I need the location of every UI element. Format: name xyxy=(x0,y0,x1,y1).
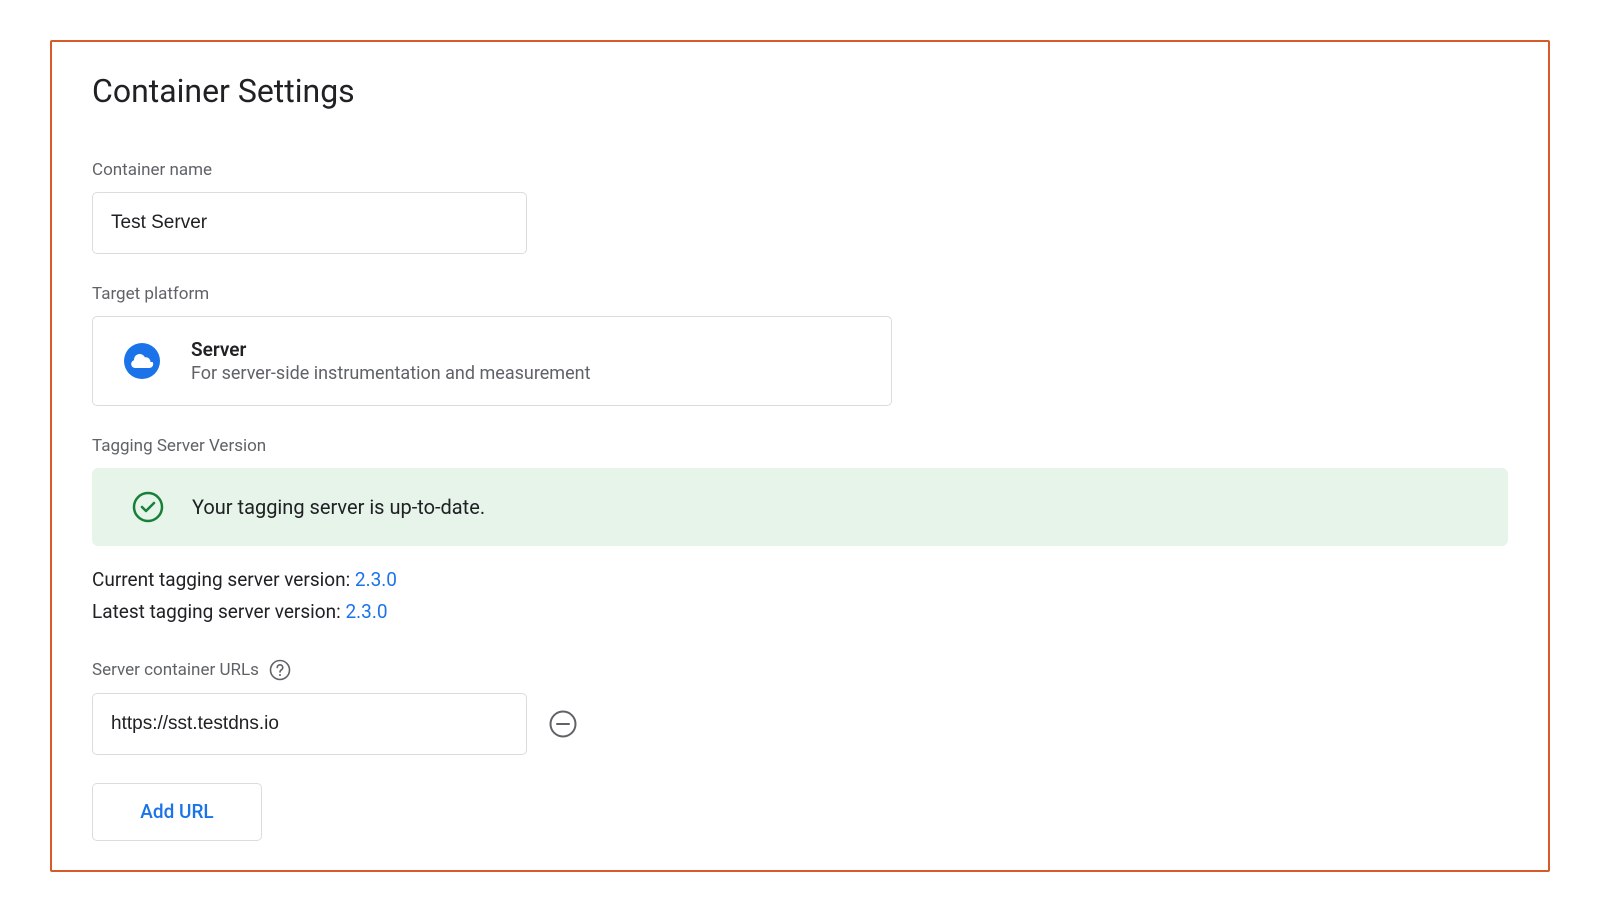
status-message: Your tagging server is up-to-date. xyxy=(192,495,485,519)
tagging-version-label: Tagging Server Version xyxy=(92,436,1508,456)
add-url-button[interactable]: Add URL xyxy=(92,783,262,841)
latest-version-line: Latest tagging server version: 2.3.0 xyxy=(92,596,1508,628)
container-name-input[interactable] xyxy=(92,192,527,254)
current-version-label: Current tagging server version: xyxy=(92,568,355,591)
check-circle-icon xyxy=(132,491,164,523)
url-row xyxy=(92,693,1508,755)
tagging-version-section: Tagging Server Version Your tagging serv… xyxy=(92,436,1508,629)
page-title: Container Settings xyxy=(92,72,1508,110)
current-version-line: Current tagging server version: 2.3.0 xyxy=(92,564,1508,596)
cloud-icon xyxy=(121,340,163,382)
help-icon[interactable] xyxy=(269,659,291,681)
container-name-label: Container name xyxy=(92,160,1508,180)
server-urls-section: Server container URLs Add URL xyxy=(92,659,1508,841)
target-platform-section: Target platform Server For server-side i… xyxy=(92,284,1508,406)
platform-card-server[interactable]: Server For server-side instrumentation a… xyxy=(92,316,892,406)
remove-url-icon[interactable] xyxy=(547,708,579,740)
platform-description: For server-side instrumentation and meas… xyxy=(191,363,590,384)
latest-version-label: Latest tagging server version: xyxy=(92,600,345,623)
server-urls-label: Server container URLs xyxy=(92,660,259,680)
container-name-section: Container name xyxy=(92,160,1508,254)
status-banner: Your tagging server is up-to-date. xyxy=(92,468,1508,546)
platform-title: Server xyxy=(191,338,590,361)
current-version-value: 2.3.0 xyxy=(355,568,397,591)
latest-version-value: 2.3.0 xyxy=(345,600,387,623)
server-url-input[interactable] xyxy=(92,693,527,755)
target-platform-label: Target platform xyxy=(92,284,1508,304)
